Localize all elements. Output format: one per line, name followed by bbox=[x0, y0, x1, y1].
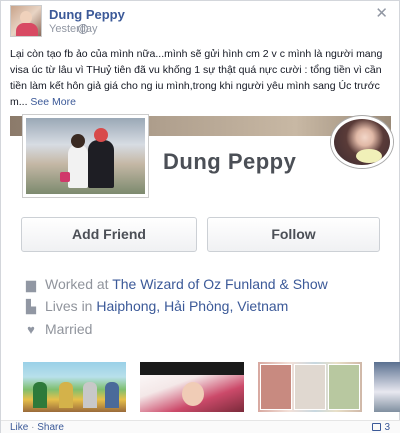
photo-figure bbox=[59, 382, 73, 408]
photo-tile bbox=[260, 364, 292, 410]
work-prefix: Worked at bbox=[45, 276, 109, 292]
facebook-post-card: Dung Peppy Yesterday ✕ Lại còn tạo fb ảo… bbox=[0, 0, 400, 433]
briefcase-icon: ▆ bbox=[26, 277, 36, 292]
work-place-link[interactable]: The Wizard of Oz Funland & Show bbox=[112, 276, 328, 292]
profile-picture[interactable] bbox=[23, 115, 148, 197]
avatar-cake bbox=[356, 149, 382, 163]
profile-name[interactable]: Dung Peppy bbox=[163, 149, 296, 175]
photo-figure bbox=[105, 382, 119, 408]
post-text: Lại còn tạo fb ảo của mình nữa...mình sẽ… bbox=[10, 46, 395, 110]
profile-picture-person-man bbox=[88, 128, 114, 188]
photo-tile bbox=[294, 364, 326, 410]
profile-picture-bag bbox=[60, 172, 70, 182]
photo-thumbnail[interactable] bbox=[258, 362, 362, 412]
photo-thumbnail[interactable] bbox=[140, 362, 244, 412]
photo-thumbnail[interactable] bbox=[374, 362, 400, 412]
photo-figure bbox=[33, 382, 47, 408]
comment-count[interactable]: 3 bbox=[372, 422, 390, 433]
post-timestamp[interactable]: Yesterday bbox=[49, 23, 98, 35]
follow-button[interactable]: Follow bbox=[207, 217, 380, 252]
comment-count-value: 3 bbox=[384, 422, 390, 433]
footer-actions: Like · Share bbox=[10, 422, 64, 433]
add-friend-button[interactable]: Add Friend bbox=[21, 217, 197, 252]
photo-figure bbox=[83, 382, 97, 408]
lives-place-link[interactable]: Haiphong, Hải Phòng, Vietnam bbox=[96, 298, 288, 314]
like-link[interactable]: Like bbox=[10, 422, 28, 433]
home-icon: ▙ bbox=[26, 299, 36, 314]
lives-prefix: Lives in bbox=[45, 298, 93, 314]
work-info-row: ▆ Worked at The Wizard of Oz Funland & Sh… bbox=[23, 276, 328, 293]
footer-separator: · bbox=[31, 422, 35, 433]
photo-thumbnail[interactable] bbox=[23, 362, 126, 412]
profile-picture-person-woman bbox=[68, 134, 88, 188]
avatar-body bbox=[16, 23, 38, 36]
share-link[interactable]: Share bbox=[37, 422, 64, 433]
see-more-link[interactable]: See More bbox=[30, 96, 76, 108]
close-icon[interactable]: ✕ bbox=[375, 4, 388, 22]
comment-icon bbox=[372, 423, 382, 431]
author-name[interactable]: Dung Peppy bbox=[49, 7, 125, 22]
author-avatar[interactable] bbox=[10, 5, 42, 37]
photo-tile bbox=[328, 364, 360, 410]
photo-face bbox=[182, 382, 204, 406]
relationship-info-row: ♥ Married bbox=[23, 321, 92, 337]
lives-info-row: ▙ Lives in Haiphong, Hải Phòng, Vietnam bbox=[23, 298, 288, 315]
secondary-avatar-circle[interactable] bbox=[331, 116, 393, 168]
globe-icon bbox=[78, 24, 88, 34]
post-footer: Like · Share 3 bbox=[1, 420, 400, 433]
heart-icon: ♥ bbox=[27, 322, 35, 337]
relationship-status: Married bbox=[45, 321, 93, 337]
